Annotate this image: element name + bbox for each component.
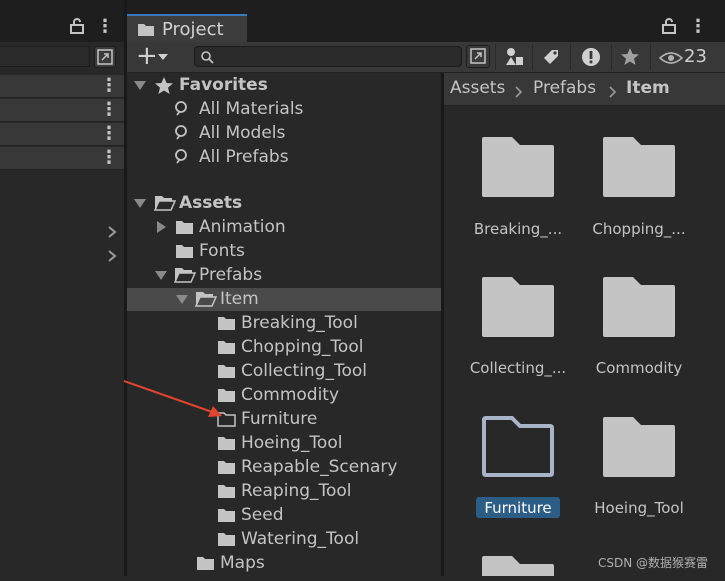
folder-icon: [217, 316, 236, 336]
expand-arrow-icon[interactable]: [134, 199, 146, 208]
tree-favorite-item[interactable]: All Models: [199, 121, 285, 145]
grid-item-label: Hoeing_Tool: [594, 499, 684, 517]
toolbar-separator: [650, 44, 651, 70]
tree-item-selected[interactable]: Item: [220, 287, 259, 311]
kebab-menu-icon[interactable]: ⋮: [100, 75, 118, 96]
chevron-right-icon: [515, 83, 523, 103]
plus-icon: +: [136, 41, 158, 71]
expand-arrow-icon[interactable]: [176, 295, 188, 304]
expand-arrow-icon[interactable]: [155, 271, 167, 280]
annotation-arrow: [123, 380, 222, 417]
tree-child-folder[interactable]: Furniture: [241, 407, 317, 431]
dropdown-arrow-icon: [158, 54, 168, 60]
tree-child-folder[interactable]: Hoeing_Tool: [241, 431, 342, 455]
folder-icon[interactable]: [603, 417, 675, 482]
star-icon: [154, 76, 174, 101]
tree-child-folder[interactable]: Reapable_Scenary: [241, 455, 397, 479]
folder-open-icon: [153, 195, 177, 216]
search-popout-icon[interactable]: [466, 45, 490, 68]
tree-favorite-item[interactable]: All Prefabs: [199, 145, 289, 169]
tree-favorite-item[interactable]: All Materials: [199, 97, 303, 121]
search-popout-icon[interactable]: [94, 46, 116, 68]
watermark: CSDN @数据猴赛雷: [598, 556, 709, 570]
add-button[interactable]: +: [134, 41, 174, 71]
tab-project-label: Project: [162, 19, 224, 40]
tree-child-folder[interactable]: Chopping_Tool: [241, 335, 363, 359]
folder-icon: [196, 556, 215, 576]
tree-maps[interactable]: Maps: [220, 551, 265, 575]
chevron-right-icon[interactable]: [107, 224, 117, 244]
folder-icon: [217, 508, 236, 528]
folder-icon: [217, 484, 236, 504]
grid-item-label: Chopping_...: [592, 220, 686, 238]
breadcrumb-item-current[interactable]: Item: [626, 78, 670, 98]
tree-child-folder[interactable]: Reaping_Tool: [241, 479, 352, 503]
tree-fonts[interactable]: Fonts: [199, 239, 245, 263]
favorite-star-icon[interactable]: [612, 44, 648, 70]
tree-child-folder[interactable]: Collecting_Tool: [241, 359, 367, 383]
folder-icon[interactable]: [603, 137, 675, 202]
filter-by-type-icon[interactable]: [496, 44, 532, 70]
expand-arrow-icon[interactable]: [157, 221, 166, 233]
tree-favorites[interactable]: Favorites: [179, 73, 268, 97]
tree-child-folder[interactable]: Seed: [241, 503, 284, 527]
folder-icon[interactable]: [482, 556, 554, 581]
folder-empty-icon[interactable]: [481, 416, 555, 483]
breadcrumb-item[interactable]: Assets: [450, 78, 505, 98]
kebab-menu-icon[interactable]: ⋮: [100, 99, 118, 120]
grid-item-label: Collecting_...: [469, 359, 567, 377]
tree-prefabs[interactable]: Prefabs: [199, 263, 262, 287]
tree-child-folder[interactable]: Commodity: [241, 383, 339, 407]
folder-icon: [217, 436, 236, 456]
tree-assets[interactable]: Assets: [179, 191, 242, 215]
search-icon: [174, 100, 192, 123]
tree-child-folder[interactable]: Breaking_Tool: [241, 311, 358, 335]
folder-icon: [217, 340, 236, 360]
tab-project[interactable]: Project: [127, 14, 247, 42]
search-input[interactable]: [194, 46, 462, 67]
folder-icon: [175, 244, 194, 264]
folder-icon: [217, 532, 236, 552]
kebab-menu-icon[interactable]: ⋮: [100, 123, 118, 144]
folder-icon[interactable]: [482, 277, 554, 342]
label-tag-icon[interactable]: [533, 44, 569, 70]
chevron-right-icon[interactable]: [107, 248, 117, 268]
expand-arrow-icon[interactable]: [134, 81, 146, 90]
warning-log-icon[interactable]: [573, 44, 609, 70]
breadcrumb-item[interactable]: Prefabs: [533, 78, 596, 98]
folder-icon[interactable]: [482, 137, 554, 202]
lock-icon[interactable]: [70, 18, 84, 39]
lock-icon[interactable]: [662, 18, 676, 39]
grid-item-label: Breaking_...: [473, 220, 563, 238]
visibility-eye-icon[interactable]: [658, 50, 684, 70]
folder-open-icon: [194, 291, 218, 312]
grid-item-label-selected: Furniture: [484, 499, 552, 517]
folder-open-icon: [173, 267, 197, 288]
tree-child-folder[interactable]: Watering_Tool: [241, 527, 359, 551]
kebab-menu-icon[interactable]: ⋮: [96, 16, 114, 37]
search-icon: [174, 124, 192, 147]
folder-icon[interactable]: [603, 277, 675, 342]
folder-icon: [175, 220, 194, 240]
kebab-menu-icon[interactable]: ⋮: [100, 147, 118, 168]
kebab-menu-icon[interactable]: ⋮: [689, 16, 707, 37]
chevron-right-icon: [609, 83, 617, 103]
folder-icon: [217, 460, 236, 480]
tree-selection-highlight: [127, 288, 441, 311]
grid-item-label: Commodity: [595, 359, 683, 377]
toolbar-separator: [570, 44, 571, 70]
folder-icon: [137, 22, 155, 42]
tree-animation[interactable]: Animation: [199, 215, 286, 239]
left-search-field[interactable]: [0, 46, 90, 67]
search-icon: [200, 49, 214, 69]
visible-count: 23: [684, 46, 707, 67]
search-icon: [174, 148, 192, 171]
